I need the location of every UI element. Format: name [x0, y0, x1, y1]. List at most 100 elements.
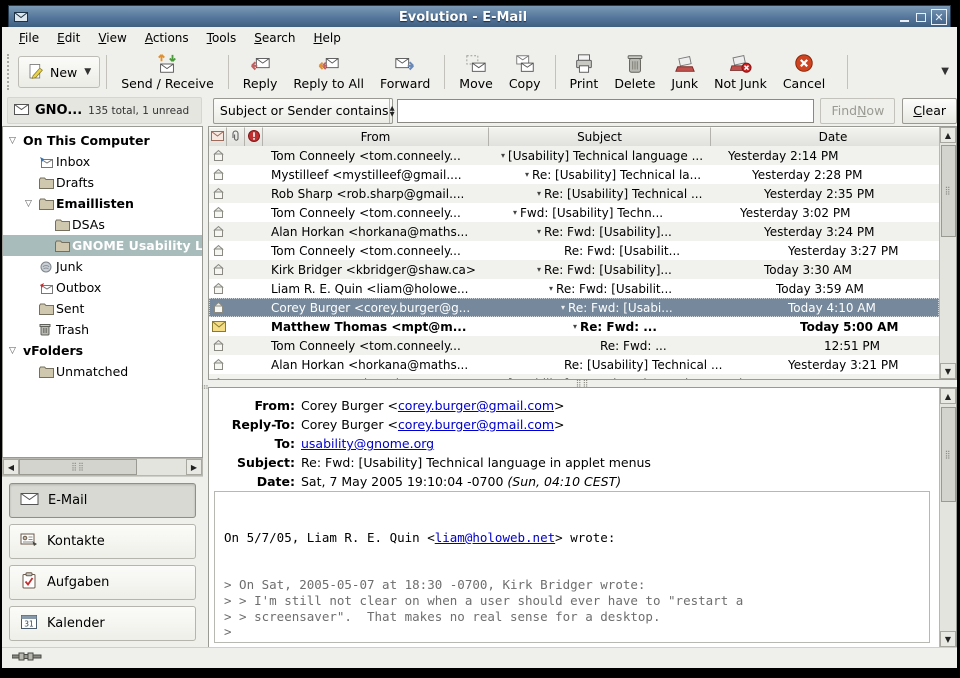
email-link[interactable]: corey.burger@gmail.com: [398, 398, 554, 413]
thread-expander-icon[interactable]: ▾: [561, 303, 565, 312]
sidebar-horizontal-scrollbar[interactable]: ◀ ⣿⣿ ▶: [2, 458, 203, 476]
folder-item-gnome-usability-l[interactable]: GNOME Usability L: [3, 235, 202, 256]
scrollbar-thumb[interactable]: ⣿⣿: [19, 459, 137, 475]
new-button[interactable]: New ▼: [18, 56, 100, 88]
folder-item-sent[interactable]: Sent: [3, 298, 202, 319]
menu-view[interactable]: View: [89, 29, 135, 47]
expander-icon[interactable]: ▽: [25, 199, 39, 209]
thread-expander-icon[interactable]: ▾: [537, 227, 541, 236]
expander-icon[interactable]: ▽: [9, 136, 23, 146]
close-button[interactable]: ✕: [931, 9, 947, 25]
folder-icon: [39, 303, 56, 315]
thread-expander-icon[interactable]: ▾: [501, 151, 505, 160]
message-row[interactable]: Corey Burger <corey.burger@g...▾Re: Fwd:…: [209, 298, 939, 317]
menu-file[interactable]: File: [10, 29, 48, 47]
send-receive-button[interactable]: Send / Receive: [113, 49, 222, 95]
menu-search[interactable]: Search: [245, 29, 304, 47]
folder-item-emaillisten[interactable]: ▽Emaillisten: [3, 193, 202, 214]
message-row[interactable]: Tom Conneely <tom.conneely...▾Fwd: [Usab…: [209, 203, 939, 222]
message-row[interactable]: Tom Conneely <tom.conneely...Re: Fwd: [U…: [209, 241, 939, 260]
print-button[interactable]: Print: [562, 49, 607, 95]
message-status-column-header[interactable]: [209, 127, 227, 146]
message-list-scrollbar[interactable]: ▲ ⣿ ▼: [939, 127, 956, 379]
thread-expander-icon[interactable]: ▾: [525, 170, 529, 179]
delete-button[interactable]: Delete: [606, 49, 663, 95]
message-row[interactable]: Alan Horkan <horkana@maths...▾Re: Fwd: […: [209, 222, 939, 241]
reply-to-all-button[interactable]: Reply to All: [285, 49, 372, 95]
message-row[interactable]: Mystilleef <mystilleef@gmail....▾Re: [Us…: [209, 165, 939, 184]
menu-edit[interactable]: Edit: [48, 29, 89, 47]
subject-column-header[interactable]: Subject: [489, 127, 711, 146]
move-button[interactable]: Move: [451, 49, 501, 95]
scroll-right-arrow-icon[interactable]: ▶: [186, 459, 202, 475]
expander-icon[interactable]: ▽: [9, 346, 23, 356]
thread-expander-icon[interactable]: ▾: [549, 284, 553, 293]
email-link[interactable]: corey.burger@gmail.com: [398, 417, 554, 432]
date-column-header[interactable]: Date▲: [711, 127, 956, 146]
copy-button[interactable]: Copy: [501, 49, 549, 95]
pane-splitter-horizontal[interactable]: ⣿⣿: [208, 380, 957, 387]
scroll-down-arrow-icon[interactable]: ▼: [940, 363, 956, 379]
preview-scrollbar[interactable]: ▲ ⣿ ▼: [939, 388, 956, 647]
minimize-button[interactable]: [897, 10, 911, 24]
switcher-aufgaben-button[interactable]: Aufgaben: [9, 565, 196, 600]
email-link[interactable]: liam@holoweb.net: [435, 530, 555, 545]
switcher-kontakte-button[interactable]: Kontakte: [9, 524, 196, 559]
email-link[interactable]: usability@gnome.org: [301, 436, 434, 451]
message-row[interactable]: Tom Conneely <tom.conneely...▾[Usability…: [209, 146, 939, 165]
importance-column-header[interactable]: [245, 127, 263, 146]
junk-button[interactable]: Junk: [663, 49, 706, 95]
folder-item-unmatched[interactable]: Unmatched: [3, 361, 202, 382]
switcher-e-mail-button[interactable]: E-Mail: [9, 483, 196, 518]
folder-item-on-this-computer[interactable]: ▽On This Computer: [3, 130, 202, 151]
message-row[interactable]: Liam R. E. Quin <liam@holowe...▾Re: Fwd:…: [209, 279, 939, 298]
scroll-up-arrow-icon[interactable]: ▲: [940, 127, 956, 143]
online-status-plug-icon[interactable]: [12, 651, 42, 665]
thread-expander-icon[interactable]: ▾: [513, 208, 517, 217]
folder-item-trash[interactable]: Trash: [3, 319, 202, 340]
toolbar-grip[interactable]: [7, 54, 14, 90]
menu-tools[interactable]: Tools: [198, 29, 246, 47]
menu-actions[interactable]: Actions: [136, 29, 198, 47]
message-from: Alan Horkan <horkana@maths...: [266, 358, 497, 372]
folder-item-vfolders[interactable]: ▽vFolders: [3, 340, 202, 361]
thread-expander-icon[interactable]: ▾: [537, 189, 541, 198]
toolbar-overflow-arrow-icon[interactable]: ▼: [941, 66, 949, 77]
folder-item-dsas[interactable]: DSAs: [3, 214, 202, 235]
scroll-down-arrow-icon[interactable]: ▼: [940, 631, 956, 647]
not-junk-button[interactable]: Not Junk: [706, 49, 775, 95]
cancel-button[interactable]: Cancel: [775, 49, 833, 95]
attachment-column-header[interactable]: [227, 127, 245, 146]
scroll-up-arrow-icon[interactable]: ▲: [940, 388, 956, 404]
message-row[interactable]: Tom Conneely <tom.conneely...Re: Fwd: ..…: [209, 336, 939, 355]
from-column-header[interactable]: From: [263, 127, 489, 146]
account-folder-button[interactable]: GNO... 135 total, 1 unread: [7, 97, 202, 124]
not-junk-icon: [729, 53, 753, 75]
switcher-kalender-button[interactable]: 31Kalender: [9, 606, 196, 641]
folder-item-junk[interactable]: Junk: [3, 256, 202, 277]
message-date: Yesterday 2:14 PM: [723, 149, 939, 163]
thread-expander-icon[interactable]: ▾: [573, 322, 577, 331]
message-row[interactable]: Rob Sharp <rob.sharp@gmail....▾Re: [Usab…: [209, 184, 939, 203]
forward-button[interactable]: Forward: [372, 49, 438, 95]
folder-item-drafts[interactable]: Drafts: [3, 172, 202, 193]
message-row[interactable]: Jason Hoover <jasonhoover@ya...▾[Usabili…: [209, 374, 939, 379]
find-now-button[interactable]: Find Now: [820, 98, 895, 124]
message-row[interactable]: Matthew Thomas <mpt@m...▾Re: Fwd: ...Tod…: [209, 317, 939, 336]
clear-button[interactable]: Clear: [902, 98, 957, 124]
folder-item-inbox[interactable]: Inbox: [3, 151, 202, 172]
folder-item-outbox[interactable]: Outbox: [3, 277, 202, 298]
scroll-left-arrow-icon[interactable]: ◀: [3, 459, 19, 475]
thread-expander-icon[interactable]: ▾: [537, 265, 541, 274]
window-title: Evolution - E-Mail: [29, 10, 897, 25]
menu-help[interactable]: Help: [304, 29, 349, 47]
title-bar[interactable]: Evolution - E-Mail ✕: [8, 5, 951, 28]
reply-button[interactable]: Reply: [235, 49, 286, 95]
maximize-button[interactable]: [914, 10, 928, 24]
search-input[interactable]: [397, 99, 815, 123]
search-scope-dropdown[interactable]: Subject or Sender contains ▲▼: [213, 98, 393, 124]
message-row[interactable]: Kirk Bridger <kbridger@shaw.ca>▾Re: Fwd:…: [209, 260, 939, 279]
message-row[interactable]: Alan Horkan <horkana@maths...Re: [Usabil…: [209, 355, 939, 374]
read-envelope-icon: [209, 206, 266, 219]
new-dropdown-arrow-icon[interactable]: ▼: [84, 67, 91, 77]
